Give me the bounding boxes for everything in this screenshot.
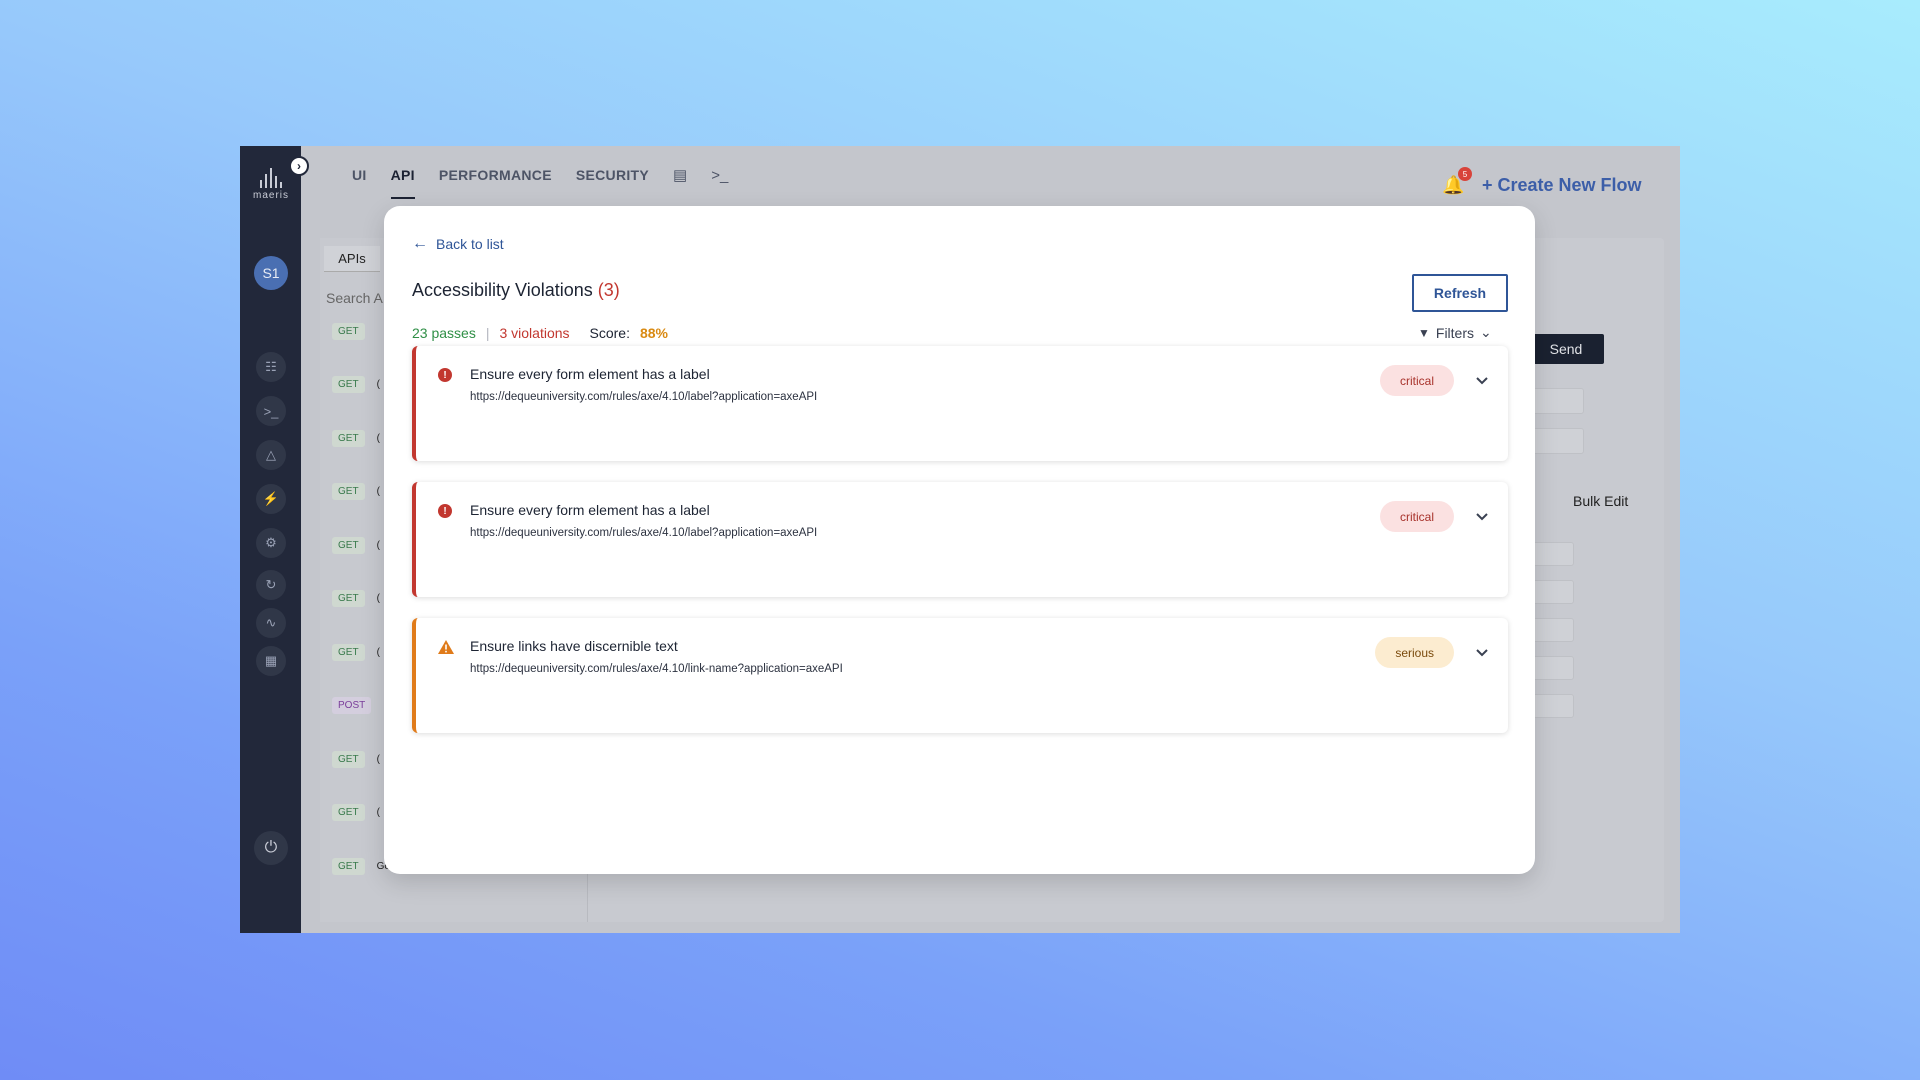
refresh-button[interactable]: Refresh [1412, 274, 1508, 312]
http-method-badge: GET [332, 857, 365, 875]
modal-title: Accessibility Violations (3) [412, 280, 620, 301]
http-method-badge: GET [332, 750, 365, 768]
http-method-badge: GET [332, 643, 365, 661]
back-link-label: Back to list [436, 236, 504, 252]
http-method-badge: GET [332, 804, 365, 821]
filters-dropdown[interactable]: ▼ Filters ⌄ [1418, 324, 1492, 341]
avatar[interactable]: S1 [254, 256, 288, 290]
api-search-input[interactable]: Search A [326, 290, 383, 306]
chevron-down-icon[interactable] [1474, 508, 1490, 524]
violation-card[interactable]: ! Ensure every form element has a label … [412, 346, 1508, 461]
results-summary: 23 passes | 3 violations Score: 88% [412, 325, 668, 341]
violation-help-url[interactable]: https://dequeuniversity.com/rules/axe/4.… [470, 663, 843, 675]
accessibility-violations-modal: ← Back to list Accessibility Violations … [384, 206, 1535, 874]
app-window: maeris S1 ☷ >_ △ ⚡ ⚙ ↻ ∿ ▦ ⏻ › UI API PE… [240, 146, 1680, 933]
api-list-item[interactable]: GET ( [332, 802, 380, 824]
http-method-badge: GET [332, 536, 365, 554]
hierarchy-icon[interactable]: ☷ [256, 352, 286, 382]
sync-icon[interactable]: ↻ [256, 570, 286, 600]
http-method-badge: GET [332, 376, 365, 393]
graduation-cap-icon[interactable]: △ [256, 440, 286, 470]
chevron-down-icon[interactable] [1474, 372, 1490, 388]
summary-divider: | [485, 325, 490, 341]
http-method-badge: POST [332, 697, 372, 714]
report-icon[interactable]: ▤ [673, 166, 687, 184]
terminal-icon[interactable]: >_ [256, 396, 286, 426]
api-name: ( [376, 646, 380, 658]
notification-bell-icon[interactable]: 🔔 5 [1442, 167, 1472, 199]
api-list-item[interactable]: GET ( [332, 641, 380, 663]
violations-count: 3 violations [499, 325, 570, 341]
bulk-edit-link[interactable]: Bulk Edit [1573, 493, 1628, 509]
notification-count-badge: 5 [1458, 167, 1472, 181]
impact-badge: critical [1379, 501, 1454, 532]
violation-card[interactable]: Ensure links have discernible text https… [412, 618, 1508, 733]
violation-card[interactable]: ! Ensure every form element has a label … [412, 482, 1508, 597]
impact-badge: serious [1375, 637, 1454, 668]
create-new-flow-button[interactable]: + Create New Flow [1482, 175, 1642, 196]
api-list-item[interactable]: GET ( [332, 534, 380, 556]
filter-funnel-icon: ▼ [1418, 325, 1430, 340]
error-circle-icon: ! [438, 504, 452, 518]
api-list-item[interactable]: GET ( [332, 427, 380, 449]
maeris-logo: maeris [250, 166, 292, 206]
tab-security[interactable]: SECURITY [576, 167, 649, 183]
api-name: ( [376, 807, 380, 818]
filters-label: Filters [1435, 324, 1475, 341]
api-name: ( [376, 486, 380, 497]
api-list-item[interactable]: POST [332, 695, 383, 717]
modal-title-text: Accessibility Violations [412, 280, 593, 300]
score-label: Score: [589, 325, 630, 341]
gear-icon[interactable]: ⚙ [256, 528, 286, 558]
top-navigation: UI API PERFORMANCE SECURITY ▤ >_ [352, 166, 728, 199]
error-circle-icon: ! [438, 368, 452, 382]
passes-count: 23 passes [412, 325, 476, 341]
api-list-item[interactable]: GET ( [332, 588, 380, 610]
collapse-sidebar-button[interactable]: › [289, 156, 309, 176]
violation-title: Ensure every form element has a label [470, 366, 710, 382]
terminal-icon[interactable]: >_ [711, 167, 728, 184]
http-method-badge: GET [332, 483, 365, 500]
violation-count: (3) [597, 280, 620, 300]
warning-triangle-icon [438, 640, 454, 654]
logo-text: maeris [252, 190, 289, 201]
http-method-badge: GET [332, 590, 365, 607]
api-name: ( [376, 753, 380, 765]
api-list-item[interactable]: GET ( [332, 374, 380, 396]
sidebar: maeris S1 ☷ >_ △ ⚡ ⚙ ↻ ∿ ▦ ⏻ [240, 146, 301, 933]
api-list-item[interactable]: GET [332, 320, 377, 342]
api-name: ( [376, 379, 380, 390]
tab-api[interactable]: API [390, 167, 416, 199]
http-method-badge: GET [332, 429, 365, 447]
http-method-badge: GET [332, 322, 365, 340]
power-icon[interactable]: ⏻ [254, 831, 288, 865]
calendar-icon[interactable]: ▦ [256, 646, 286, 676]
violation-help-url[interactable]: https://dequeuniversity.com/rules/axe/4.… [470, 391, 817, 403]
back-to-list-link[interactable]: ← Back to list [412, 235, 504, 253]
apis-tab[interactable]: APIs [324, 246, 380, 272]
api-name: ( [376, 432, 380, 444]
api-name: ( [376, 539, 380, 551]
violation-title: Ensure every form element has a label [470, 502, 710, 518]
violation-help-url[interactable]: https://dequeuniversity.com/rules/axe/4.… [470, 527, 817, 539]
tab-performance[interactable]: PERFORMANCE [439, 167, 552, 183]
chevron-down-icon: ⌄ [1480, 324, 1492, 340]
lightning-icon[interactable]: ⚡ [256, 484, 286, 514]
tab-ui[interactable]: UI [352, 167, 367, 183]
chevron-down-icon[interactable] [1474, 644, 1490, 660]
arrow-left-icon: ← [412, 235, 428, 252]
send-button[interactable]: Send [1528, 334, 1604, 364]
api-list-item[interactable]: GET ( [332, 748, 380, 770]
impact-badge: critical [1379, 365, 1454, 396]
api-name: ( [376, 593, 380, 604]
signature-icon[interactable]: ∿ [256, 608, 286, 638]
violation-title: Ensure links have discernible text [470, 638, 678, 654]
api-list-item[interactable]: GET ( [332, 481, 380, 503]
score-value: 88% [639, 325, 669, 341]
